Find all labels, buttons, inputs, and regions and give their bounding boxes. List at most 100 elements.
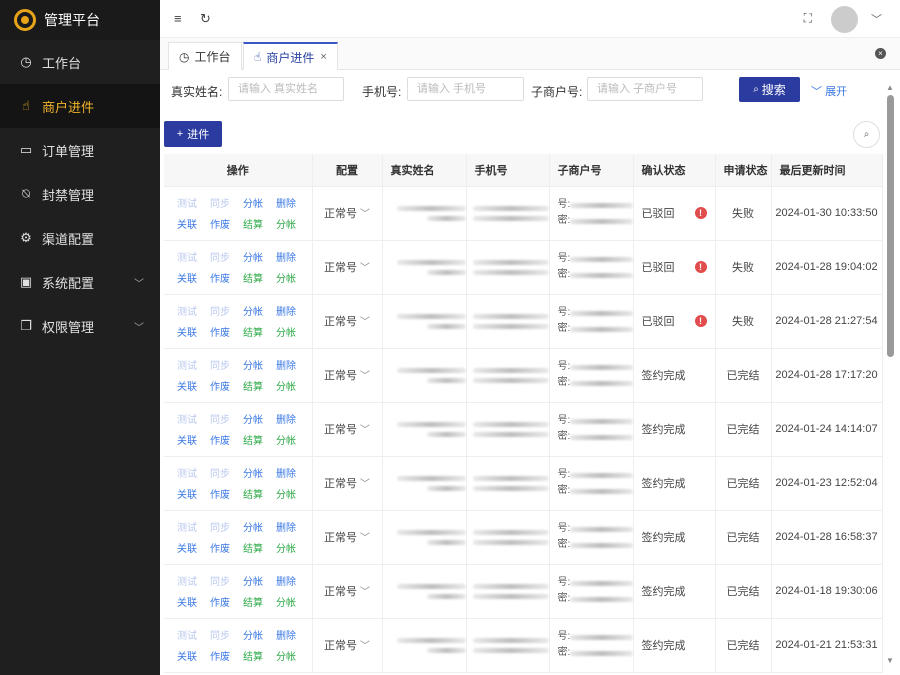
config-select[interactable]: 正常号 (324, 640, 357, 652)
avatar[interactable] (831, 6, 858, 33)
config-select[interactable]: 正常号 (324, 208, 357, 220)
tab-merchant[interactable]: ☝ 商户进件 × (243, 42, 338, 70)
action-link[interactable]: 结算 (243, 540, 276, 555)
action-link[interactable]: 测试 (177, 357, 210, 372)
sub-merchant-input[interactable]: 请输入 子商户号 (587, 77, 703, 101)
config-cell[interactable]: 正常号 ﹀ (312, 186, 383, 241)
action-link[interactable]: 作废 (210, 378, 243, 393)
action-link[interactable]: 关联 (177, 594, 210, 609)
action-link[interactable]: 删除 (276, 465, 309, 480)
action-link[interactable]: 同步 (210, 195, 243, 210)
sidebar-item-merchant[interactable]: ☝ 商户进件 (0, 84, 160, 128)
action-link[interactable]: 测试 (177, 411, 210, 426)
action-link[interactable]: 测试 (177, 573, 210, 588)
action-link[interactable]: 分帐 (276, 432, 309, 447)
config-cell[interactable]: 正常号 ﹀ (312, 564, 383, 619)
action-link[interactable]: 作废 (210, 540, 243, 555)
action-link[interactable]: 结算 (243, 270, 276, 285)
action-link[interactable]: 分帐 (276, 486, 309, 501)
action-link[interactable]: 同步 (210, 357, 243, 372)
action-link[interactable]: 关联 (177, 378, 210, 393)
scroll-down-icon[interactable]: ▼ (886, 656, 894, 665)
action-link[interactable]: 作废 (210, 216, 243, 231)
config-cell[interactable]: 正常号 ﹀ (312, 294, 383, 349)
action-link[interactable]: 作废 (210, 486, 243, 501)
sidebar-item-permission[interactable]: ❐ 权限管理 ﹀ (0, 304, 160, 348)
action-link[interactable]: 关联 (177, 270, 210, 285)
action-link[interactable]: 同步 (210, 519, 243, 534)
config-select[interactable]: 正常号 (324, 586, 357, 598)
config-cell[interactable]: 正常号 ﹀ (312, 348, 383, 403)
action-link[interactable]: 测试 (177, 519, 210, 534)
action-link[interactable]: 分帐 (243, 303, 276, 318)
action-link[interactable]: 删除 (276, 357, 309, 372)
sidebar-item-workbench[interactable]: ◷ 工作台 (0, 40, 160, 84)
warning-icon[interactable]: ! (694, 261, 707, 273)
action-link[interactable]: 删除 (276, 249, 309, 264)
action-link[interactable]: 分帐 (243, 249, 276, 264)
add-merchant-button[interactable]: + 进件 (164, 121, 222, 147)
action-link[interactable]: 同步 (210, 465, 243, 480)
config-select[interactable]: 正常号 (324, 370, 357, 382)
config-cell[interactable]: 正常号 ﹀ (312, 240, 383, 295)
action-link[interactable]: 删除 (276, 411, 309, 426)
action-link[interactable]: 同步 (210, 303, 243, 318)
fullscreen-icon[interactable]: ⛶ (804, 11, 812, 26)
action-link[interactable]: 分帐 (276, 378, 309, 393)
action-link[interactable]: 作废 (210, 270, 243, 285)
action-link[interactable]: 分帐 (276, 594, 309, 609)
config-select[interactable]: 正常号 (324, 532, 357, 544)
action-link[interactable]: 结算 (243, 594, 276, 609)
action-link[interactable]: 分帐 (243, 465, 276, 480)
sidebar-item-system[interactable]: ▣ 系统配置 ﹀ (0, 260, 160, 304)
config-select[interactable]: 正常号 (324, 316, 357, 328)
action-link[interactable]: 分帐 (276, 540, 309, 555)
action-link[interactable]: 关联 (177, 648, 210, 663)
config-select[interactable]: 正常号 (324, 478, 357, 490)
warning-icon[interactable]: ! (694, 315, 707, 327)
config-cell[interactable]: 正常号 ﹀ (312, 402, 383, 457)
action-link[interactable]: 同步 (210, 627, 243, 642)
action-link[interactable]: 结算 (243, 378, 276, 393)
config-cell[interactable]: 正常号 ﹀ (312, 618, 383, 673)
action-link[interactable]: 关联 (177, 216, 210, 231)
chevron-down-icon[interactable]: ﹀ (871, 11, 882, 27)
action-link[interactable]: 分帐 (276, 648, 309, 663)
action-link[interactable]: 测试 (177, 195, 210, 210)
action-link[interactable]: 同步 (210, 249, 243, 264)
phone-input[interactable]: 请输入 手机号 (407, 77, 524, 101)
action-link[interactable]: 测试 (177, 465, 210, 480)
action-link[interactable]: 分帐 (243, 195, 276, 210)
refresh-icon[interactable]: ↻ (200, 11, 211, 27)
action-link[interactable]: 作废 (210, 648, 243, 663)
action-link[interactable]: 测试 (177, 249, 210, 264)
action-link[interactable]: 删除 (276, 519, 309, 534)
expand-link[interactable]: ﹀ 展开 (811, 83, 847, 99)
action-link[interactable]: 删除 (276, 195, 309, 210)
action-link[interactable]: 删除 (276, 303, 309, 318)
action-link[interactable]: 分帐 (243, 519, 276, 534)
action-link[interactable]: 分帐 (243, 627, 276, 642)
action-link[interactable]: 删除 (276, 627, 309, 642)
action-link[interactable]: 删除 (276, 573, 309, 588)
action-link[interactable]: 分帐 (276, 270, 309, 285)
config-cell[interactable]: 正常号 ﹀ (312, 456, 383, 511)
scrollbar-thumb[interactable] (887, 95, 894, 357)
sidebar-item-channel[interactable]: ⚙ 渠道配置 (0, 216, 160, 260)
action-link[interactable]: 结算 (243, 486, 276, 501)
tab-workbench[interactable]: ◷ 工作台 (168, 42, 242, 70)
sidebar-item-orders[interactable]: ▭ 订单管理 (0, 128, 160, 172)
action-link[interactable]: 作废 (210, 432, 243, 447)
config-select[interactable]: 正常号 (324, 424, 357, 436)
action-link[interactable]: 测试 (177, 627, 210, 642)
action-link[interactable]: 结算 (243, 324, 276, 339)
action-link[interactable]: 关联 (177, 324, 210, 339)
action-link[interactable]: 分帐 (243, 573, 276, 588)
action-link[interactable]: 分帐 (276, 216, 309, 231)
warning-icon[interactable]: ! (694, 207, 707, 219)
action-link[interactable]: 结算 (243, 648, 276, 663)
action-link[interactable]: 作废 (210, 594, 243, 609)
config-cell[interactable]: 正常号 ﹀ (312, 510, 383, 565)
name-input[interactable]: 请输入 真实姓名 (228, 77, 344, 101)
sidebar-item-ban[interactable]: ⍉ 封禁管理 (0, 172, 160, 216)
